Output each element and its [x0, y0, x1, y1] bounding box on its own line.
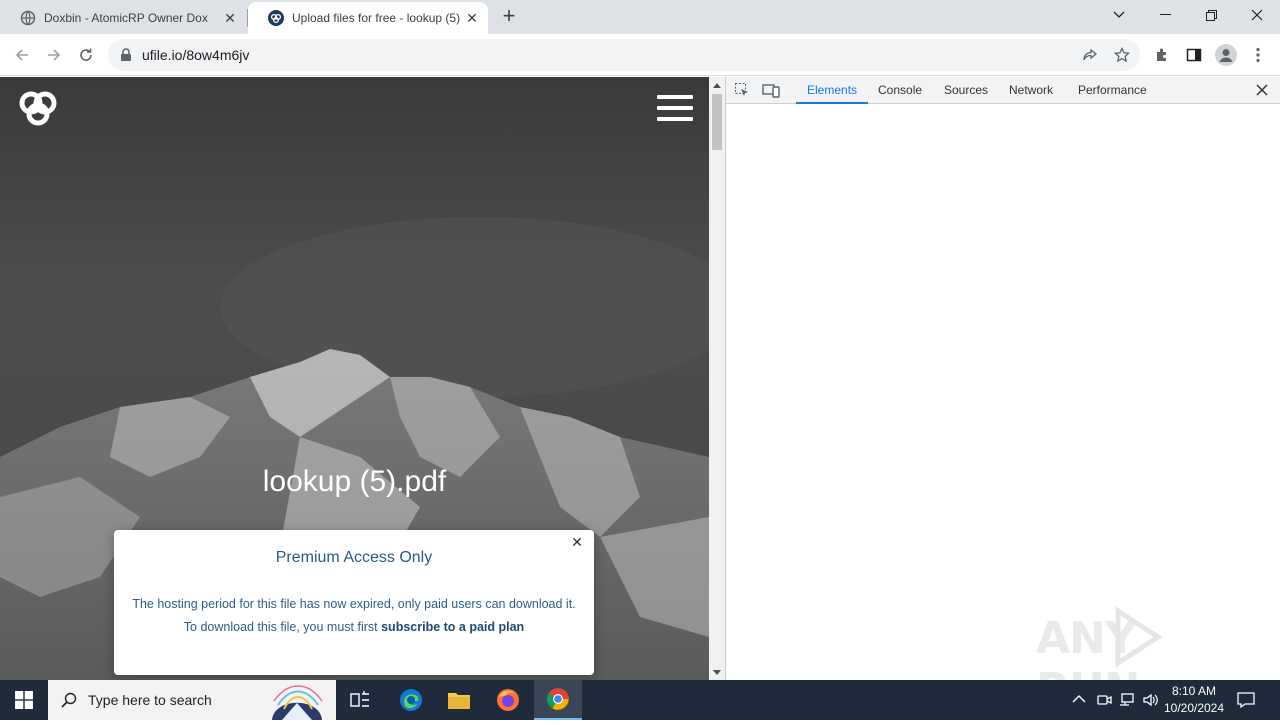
ufile-logo-icon: [268, 10, 284, 26]
windows-logo-icon: [15, 691, 33, 709]
restore-button[interactable]: [1188, 0, 1234, 30]
edge-icon: [400, 689, 422, 711]
tab-title: Upload files for free - lookup (5): [292, 11, 460, 25]
file-explorer-button[interactable]: [435, 680, 483, 720]
tab-search-icon[interactable]: [1096, 0, 1142, 30]
profile-avatar[interactable]: [1214, 43, 1238, 67]
inspect-element-icon[interactable]: [734, 82, 752, 98]
tab-doxbin[interactable]: Doxbin - AtomicRP Owner Dox ✕: [0, 2, 246, 34]
network-icon[interactable]: [1119, 692, 1135, 708]
task-view-button[interactable]: [336, 680, 384, 720]
edge-app-button[interactable]: [387, 680, 435, 720]
address-bar[interactable]: ufile.io/8ow4m6jv: [108, 39, 1140, 71]
expired-message: The hosting period for this file has now…: [132, 597, 576, 611]
volume-icon[interactable]: [1142, 692, 1158, 708]
anyrun-watermark: ANY RUN: [1036, 605, 1236, 715]
tab-title: Doxbin - AtomicRP Owner Dox: [44, 11, 208, 25]
devtools-panel: Elements Console Sources Network Perform…: [725, 77, 1280, 715]
scroll-up-arrow-icon[interactable]: [713, 83, 721, 88]
search-placeholder: Type here to search: [88, 692, 212, 708]
devtools-tab-network[interactable]: Network: [998, 77, 1064, 104]
devtools-tab-bar: Elements Console Sources Network Perform…: [726, 77, 1280, 104]
modal-title: Premium Access Only: [275, 549, 433, 566]
close-modal-icon[interactable]: ✕: [570, 534, 584, 550]
taskbar-search-box[interactable]: Type here to search: [48, 680, 336, 720]
minimize-button[interactable]: [1142, 0, 1188, 30]
new-tab-button[interactable]: +: [498, 5, 520, 28]
file-name-heading: lookup (5).pdf: [262, 465, 447, 498]
ufile-logo[interactable]: [14, 87, 62, 127]
task-view-icon: [350, 691, 369, 707]
devtools-tab-console[interactable]: Console: [867, 77, 933, 104]
devtools-tab-elements[interactable]: Elements: [796, 77, 869, 104]
subscribe-link[interactable]: subscribe to a paid plan: [381, 620, 524, 634]
lock-icon[interactable]: [120, 48, 132, 62]
folder-icon: [448, 693, 470, 709]
chevron-up-icon[interactable]: [1071, 692, 1087, 708]
search-icon: [61, 692, 77, 708]
bookmark-star-icon[interactable]: [1110, 43, 1134, 67]
close-tab-icon[interactable]: ✕: [464, 10, 480, 26]
premium-access-modal: ✕ Premium Access Only The hosting period…: [114, 530, 594, 675]
play-triangle-icon: [1115, 606, 1163, 668]
start-button[interactable]: [0, 680, 48, 720]
system-clock[interactable]: 8:10 AM 10/20/2024: [1162, 683, 1226, 717]
clock-time: 8:10 AM: [1171, 684, 1217, 698]
scroll-down-arrow-icon[interactable]: [713, 670, 721, 675]
forward-button[interactable]: [42, 43, 66, 67]
hamburger-menu-icon[interactable]: [657, 95, 693, 123]
firefox-icon: [497, 689, 519, 711]
extensions-icon[interactable]: [1150, 43, 1174, 67]
chrome-app-button[interactable]: [534, 680, 582, 720]
clock-date: 10/20/2024: [1163, 701, 1225, 715]
scrollbar-thumb[interactable]: [712, 94, 722, 150]
page-viewport: lookup (5).pdf ✕ Premium Access Only The…: [0, 77, 709, 680]
close-window-button[interactable]: [1234, 0, 1280, 30]
device-toolbar-icon[interactable]: [762, 82, 780, 98]
url-text: ufile.io/8ow4m6jv: [142, 47, 250, 63]
notification-center-icon[interactable]: [1236, 690, 1256, 710]
side-panel-icon[interactable]: [1182, 43, 1206, 67]
close-tab-icon[interactable]: ✕: [222, 10, 238, 26]
tab-strip: Doxbin - AtomicRP Owner Dox ✕ Upload fil…: [0, 0, 1280, 34]
tab-ufile[interactable]: Upload files for free - lookup (5) ✕: [248, 2, 488, 34]
search-highlight-image: [264, 683, 330, 720]
modal-message: The hosting period for this file has now…: [128, 593, 580, 639]
page-scrollbar[interactable]: [709, 77, 725, 680]
browser-toolbar: ufile.io/8ow4m6jv: [0, 34, 1280, 76]
share-icon[interactable]: [1078, 43, 1102, 67]
windows-taskbar: Type here to search 8:10 AM 10/20/2024: [0, 680, 1280, 720]
devtools-tab-performance[interactable]: Performance: [1067, 77, 1158, 104]
globe-icon: [20, 10, 36, 26]
back-button[interactable]: [10, 43, 34, 67]
firefox-app-button[interactable]: [484, 680, 532, 720]
close-devtools-icon[interactable]: [1255, 83, 1269, 97]
menu-kebab-icon[interactable]: [1246, 43, 1270, 67]
meet-now-icon[interactable]: [1096, 692, 1112, 708]
chrome-icon: [547, 688, 569, 710]
devtools-tab-sources[interactable]: Sources: [933, 77, 999, 104]
cta-prefix: To download this file, you must first: [183, 620, 382, 634]
reload-button[interactable]: [74, 43, 98, 67]
